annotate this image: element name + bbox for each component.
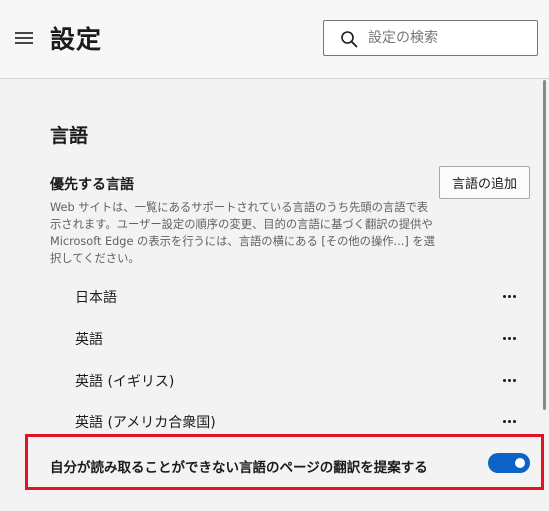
settings-content: 言語 優先する言語 言語の追加 Web サイトは、一覧にあるサポートされている言…: [0, 80, 544, 511]
language-name: 日本語: [75, 290, 117, 306]
language-item: 英語 (イギリス): [50, 362, 530, 400]
language-item: 日本語: [50, 278, 530, 316]
more-actions-icon[interactable]: [498, 326, 522, 350]
more-actions-icon[interactable]: [498, 409, 522, 433]
preferred-languages-heading: 優先する言語: [50, 177, 134, 193]
translate-offer-toggle[interactable]: [488, 453, 530, 473]
add-language-button[interactable]: 言語の追加: [439, 166, 530, 199]
language-name: 英語: [75, 332, 103, 348]
language-item: 英語: [50, 320, 530, 358]
more-actions-icon[interactable]: [498, 368, 522, 392]
preferred-languages-description: Web サイトは、一覧にあるサポートされている言語のうち先頭の言語で表示されます…: [50, 201, 435, 265]
more-actions-icon[interactable]: [498, 284, 522, 308]
page-title: 設定: [50, 25, 103, 54]
toggle-knob: [515, 458, 525, 468]
section-title: 言語: [50, 125, 89, 147]
hamburger-menu-icon[interactable]: [15, 30, 35, 46]
search-icon: [341, 31, 358, 48]
settings-header: 設定: [0, 0, 549, 79]
search-input[interactable]: [368, 21, 533, 55]
vertical-scrollbar[interactable]: [540, 80, 549, 511]
scrollbar-thumb[interactable]: [543, 80, 546, 410]
settings-search-box[interactable]: [323, 20, 538, 56]
language-name: 英語 (アメリカ合衆国): [75, 415, 216, 431]
language-name: 英語 (イギリス): [75, 374, 175, 390]
translate-offer-label: 自分が読み取ることができない言語のページの翻訳を提案する: [50, 460, 428, 476]
